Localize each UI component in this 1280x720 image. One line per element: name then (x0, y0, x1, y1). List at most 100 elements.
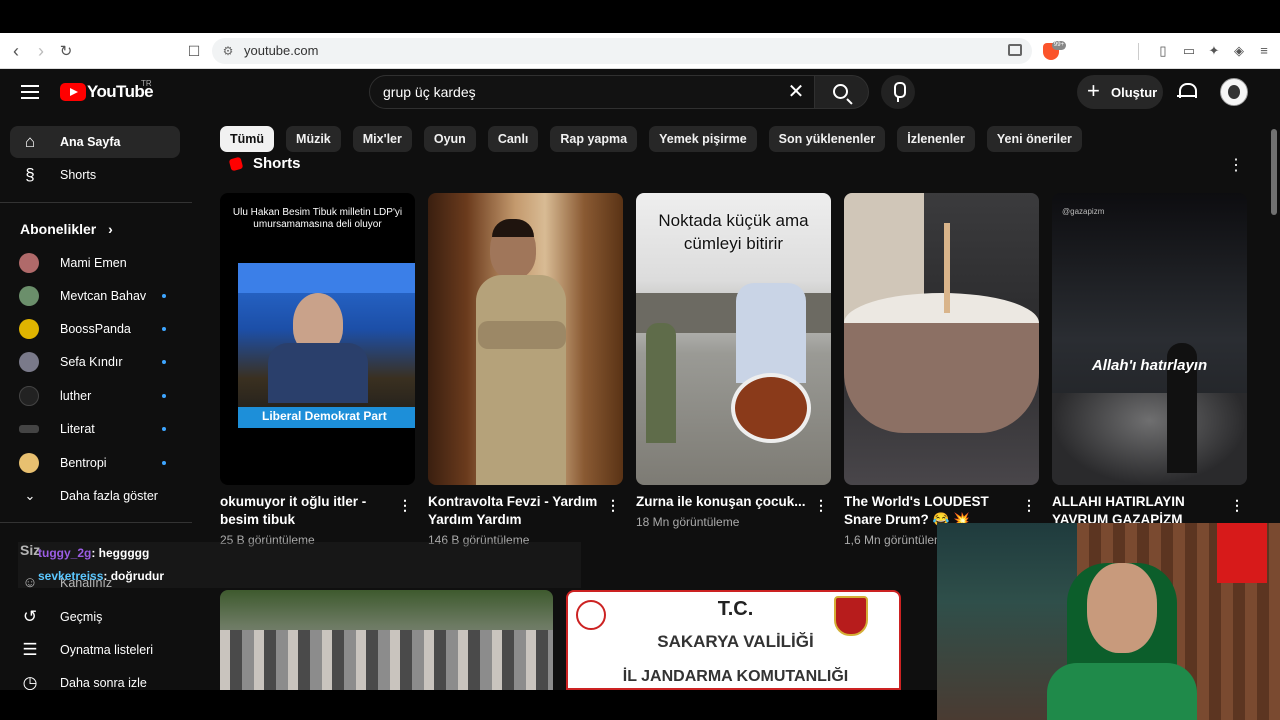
search-query: grup üç kardeş (383, 84, 476, 100)
sidebar-item-subscription[interactable]: Mevtcan Bahav (10, 280, 180, 312)
shelf-more-icon[interactable]: ⋮ (1228, 155, 1244, 175)
chip-rap[interactable]: Rap yapma (550, 126, 638, 152)
short-card[interactable]: Kontravolta Fevzi - Yardım Yardım Yardım… (428, 193, 623, 547)
channel-name: Mevtcan Bahav (60, 289, 147, 303)
thumbnail-scene (238, 263, 415, 428)
sidebar-item-history[interactable]: ↺ Geçmiş (10, 601, 180, 633)
flag (1217, 523, 1267, 583)
short-thumbnail[interactable] (428, 193, 623, 485)
channel-name: luther (60, 389, 92, 403)
subscriptions-heading[interactable]: Abonelikler › (20, 221, 113, 237)
sidebar-toggle-icon[interactable]: ▯ (1155, 43, 1171, 59)
short-card[interactable]: Noktada küçük ama cümleyi bitirir Zurna … (636, 193, 831, 529)
more-actions-icon[interactable]: ⋮ (814, 497, 828, 514)
search-button[interactable] (815, 75, 869, 109)
thumbnail-line-3: İL JANDARMA KOMUTANLIĞI (622, 668, 849, 685)
chat-message: tuggy_2g: heggggg (38, 546, 149, 560)
chip-new-recommendations[interactable]: Yeni öneriler (986, 126, 1082, 152)
chip-cooking[interactable]: Yemek pişirme (649, 126, 757, 152)
short-title[interactable]: okumuyor it oğlu itler - besim tibuk (220, 493, 390, 529)
chevron-right-icon: › (108, 221, 113, 237)
new-content-dot (162, 427, 166, 431)
leo-ai-icon[interactable]: ✦ (1206, 43, 1222, 59)
short-title[interactable]: Zurna ile konuşan çocuk... (636, 493, 806, 511)
sidebar-show-more[interactable]: ⌄ Daha fazla göster (10, 480, 180, 512)
letterbox-bottom (0, 690, 937, 720)
more-actions-icon[interactable]: ⋮ (1230, 497, 1244, 514)
reload-icon[interactable]: ↻ (56, 41, 76, 61)
chip-mixes[interactable]: Mix'ler (352, 126, 412, 152)
plus-icon: + (1087, 78, 1100, 103)
create-button[interactable]: + Oluştur (1077, 75, 1163, 109)
cast-icon[interactable] (1008, 44, 1022, 56)
short-title[interactable]: Kontravolta Fevzi - Yardım Yardım Yardım (428, 493, 598, 529)
short-thumbnail[interactable]: Ulu Hakan Besim Tibuk milletin LDP'yi um… (220, 193, 415, 485)
shorts-logo-icon (228, 156, 244, 172)
chip-gaming[interactable]: Oyun (423, 126, 476, 152)
short-views: 1,6 Mn görüntüleme (844, 533, 951, 547)
sidebar-item-home[interactable]: ⌂ Ana Sayfa (10, 126, 180, 158)
hamburger-menu-icon[interactable] (21, 85, 39, 99)
sidebar-item-shorts[interactable]: § Shorts (10, 159, 180, 191)
clear-search-icon[interactable]: ✕ (784, 80, 808, 104)
new-content-dot (162, 360, 166, 364)
sidebar-item-subscription[interactable]: Literat (10, 413, 180, 445)
short-card[interactable]: @gazapizm Allah'ı hatırlayın ALLAHI HATI… (1052, 193, 1247, 527)
more-actions-icon[interactable]: ⋮ (398, 497, 412, 514)
sidebar-divider (0, 522, 192, 523)
short-card[interactable]: Ulu Hakan Besim Tibuk milletin LDP'yi um… (220, 193, 415, 547)
sidebar-item-subscription[interactable]: Mami Emen (10, 247, 180, 279)
address-bar[interactable]: ⚙ youtube.com (212, 38, 1032, 64)
bookmark-icon[interactable]: ☐ (184, 41, 204, 61)
filter-chips: Tümü Müzik Mix'ler Oyun Canlı Rap yapma … (220, 126, 1082, 152)
new-content-dot (162, 461, 166, 465)
more-actions-icon[interactable]: ⋮ (1022, 497, 1036, 514)
channel-name: Literat (60, 422, 95, 436)
video-thumbnail[interactable] (220, 590, 553, 690)
sidebar-item-label: Ana Sayfa (60, 135, 121, 149)
menu-icon[interactable]: ≡ (1256, 43, 1272, 59)
wallet-icon[interactable]: ▭ (1181, 43, 1197, 59)
voice-search-button[interactable] (881, 75, 915, 109)
channel-name: BoossPanda (60, 322, 131, 336)
chip-watched[interactable]: İzlenenler (897, 126, 975, 152)
short-thumbnail[interactable]: Noktada küçük ama cümleyi bitirir (636, 193, 831, 485)
search-input[interactable]: grup üç kardeş ✕ (369, 75, 815, 109)
chevron-down-icon: ⌄ (24, 488, 36, 503)
chat-username: sevketreiss (38, 569, 104, 583)
toolbar-divider (1138, 43, 1139, 60)
more-actions-icon[interactable]: ⋮ (606, 497, 620, 514)
video-thumbnail[interactable]: T.C. SAKARYA VALİLİĞİ İL JANDARMA KOMUTA… (566, 590, 901, 690)
search-icon (833, 84, 848, 99)
thumbnail-banner: Liberal Demokrat Part (262, 409, 387, 423)
sidebar-divider (0, 202, 192, 203)
channel-avatar (19, 286, 39, 306)
back-icon[interactable]: ‹ (6, 41, 26, 61)
region-label: TR (141, 79, 152, 88)
stream-chat-overlay: tuggy_2g: heggggg sevketreiss: doğrudur (18, 542, 581, 588)
chip-recent[interactable]: Son yüklenenler (768, 126, 886, 152)
create-label: Oluştur (1111, 85, 1158, 100)
short-thumbnail[interactable] (844, 193, 1039, 485)
chat-message: sevketreiss: doğrudur (38, 569, 164, 583)
short-card[interactable]: The World's LOUDEST Snare Drum? 😂 💥 1,6 … (844, 193, 1039, 547)
youtube-logo-icon[interactable] (60, 83, 86, 101)
page-scrollbar[interactable] (1268, 69, 1280, 523)
site-settings-icon[interactable]: ⚙ (220, 43, 236, 59)
account-avatar[interactable] (1220, 78, 1248, 106)
thumbnail-line-2: SAKARYA VALİLİĞİ (657, 632, 814, 651)
sidebar-item-subscription[interactable]: luther (10, 380, 180, 412)
chip-live[interactable]: Canlı (487, 126, 539, 152)
short-thumbnail[interactable]: @gazapizm Allah'ı hatırlayın (1052, 193, 1247, 485)
chip-all[interactable]: Tümü (220, 126, 275, 152)
sidebar-item-subscription[interactable]: Sefa Kındır (10, 346, 180, 378)
notifications-bell-icon[interactable] (1177, 82, 1197, 100)
sidebar-item-playlists[interactable]: ☰ Oynatma listeleri (10, 634, 180, 666)
channel-name: Sefa Kındır (60, 355, 123, 369)
sidebar-item-subscription[interactable]: BoossPanda (10, 313, 180, 345)
sidebar-item-subscription[interactable]: Bentropi (10, 447, 180, 479)
chip-music[interactable]: Müzik (286, 126, 341, 152)
scrollbar-thumb[interactable] (1271, 129, 1277, 215)
vpn-icon[interactable]: ◈ (1231, 43, 1247, 59)
forward-icon[interactable]: › (31, 41, 51, 61)
